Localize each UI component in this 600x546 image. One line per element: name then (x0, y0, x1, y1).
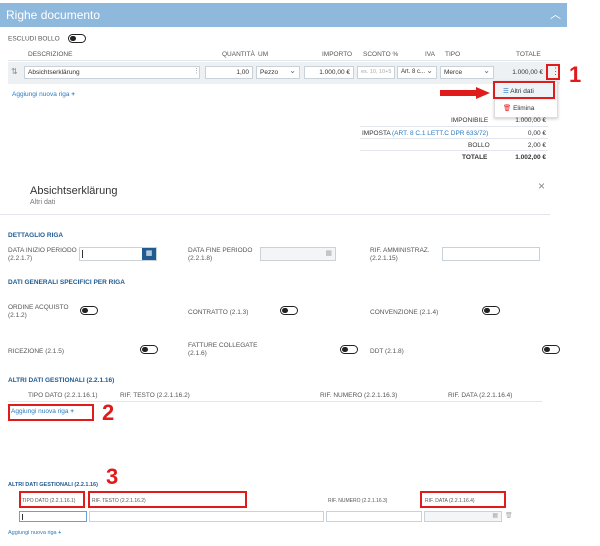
rif-data-input[interactable]: ▦ (424, 511, 502, 522)
data-fine-input[interactable]: ▦ (260, 247, 336, 261)
header-divider (8, 60, 560, 61)
dialog-subtitle: Altri dati (30, 199, 56, 206)
escludi-bollo-row: ESCLUDI BOLLO (8, 34, 86, 43)
annotation-number-2: 2 (102, 400, 115, 425)
add-row-label: Aggiungi nuova riga (8, 530, 57, 536)
menu-item-elimina-label: Elimina (513, 105, 535, 112)
calendar-icon[interactable]: ▦ (325, 249, 332, 257)
um-select[interactable]: Pezzo (256, 66, 300, 79)
annotation-box-add-row (8, 404, 94, 421)
annotation-box-rif-data (420, 491, 506, 508)
section-header[interactable]: Righe documento ︿ (0, 3, 567, 27)
section-title: Righe documento (6, 8, 101, 22)
altri-dati-gestionali-title: ALTRI DATI GESTIONALI (2.2.1.16) (8, 377, 115, 384)
dialog-title: Absichtserklärung (30, 185, 118, 197)
dialog-header-divider (0, 214, 550, 215)
col-iva: IVA (425, 51, 435, 58)
imposta-label: IMPOSTA (362, 130, 391, 137)
tipo-dato-input[interactable] (19, 511, 87, 522)
summary-divider (360, 150, 548, 151)
data-inizio-input[interactable]: ▦ (79, 247, 157, 261)
bollo-label: BOLLO (468, 142, 490, 149)
totale-value: 1.000,00 € (497, 66, 547, 79)
col-quantita: QUANTITÀ (222, 51, 255, 58)
annotation-box-altri-dati (493, 81, 555, 99)
ddt-toggle[interactable] (541, 345, 560, 354)
summary-divider (360, 138, 548, 139)
close-icon[interactable]: × (538, 179, 545, 193)
data-fine-label: DATA FINE PERIODO (2.2.1.8) (188, 247, 253, 262)
plus-icon: + (58, 530, 62, 536)
add-row-link[interactable]: Aggiungi nuova riga + (8, 530, 61, 536)
tipo-select[interactable]: Merce (440, 66, 494, 79)
add-row-label: Aggiungi nuova riga (12, 91, 70, 98)
fatture-collegate-toggle[interactable] (339, 345, 358, 354)
col-descrizione: DESCRIZIONE (28, 51, 73, 58)
ddt-label: DDT (2.1.8) (370, 348, 404, 355)
escludi-bollo-toggle[interactable] (67, 34, 86, 43)
rif-testo-input[interactable] (89, 511, 324, 522)
table-divider (8, 401, 542, 402)
sconto-input[interactable]: es. 10, 10+5 (357, 66, 395, 79)
iva-select[interactable]: Art. 8 c... (397, 66, 437, 79)
imponibile-value: 1.000,00 € (515, 117, 546, 124)
ricezione-label: RICEZIONE (2.1.5) (8, 348, 64, 355)
bollo-value: 2,00 € (527, 142, 546, 149)
altri-dati-gestionali-title-expanded: ALTRI DATI GESTIONALI (2.2.1.16) (8, 482, 98, 488)
plus-icon: + (71, 91, 76, 98)
col-rif-data: RIF. DATA (2.2.1.16.4) (448, 392, 513, 399)
annotation-arrow (440, 87, 490, 99)
data-inizio-label: DATA INIZIO PERIODO (2.2.1.7) (8, 247, 77, 262)
col-importo: IMPORTO (322, 51, 353, 58)
calendar-icon[interactable]: ▦ (142, 248, 156, 260)
col-tipo-dato: TIPO DATO (2.2.1.16.1) (28, 392, 98, 399)
col-rif-testo: RIF. TESTO (2.2.1.16.2) (120, 392, 190, 399)
annotation-box-tipo-dato (19, 491, 85, 508)
annotation-box-rif-testo (88, 491, 247, 508)
summary-divider (360, 126, 548, 127)
col-rif-numero: RIF. NUMERO (2.2.1.16.3) (328, 498, 388, 504)
dettaglio-riga-title: DETTAGLIO RIGA (8, 232, 64, 239)
drag-dots-icon: ⋮ (193, 68, 200, 75)
escludi-bollo-label: ESCLUDI BOLLO (8, 35, 60, 43)
totale-label: TOTALE (462, 154, 488, 161)
menu-item-elimina[interactable]: 🗑 Elimina (495, 101, 557, 117)
col-sconto: SCONTO % (363, 51, 399, 58)
calendar-icon[interactable]: ▦ (492, 512, 498, 519)
chevron-up-icon[interactable]: ︿ (550, 3, 561, 27)
col-totale: TOTALE (516, 51, 541, 58)
convenzione-label: CONVENZIONE (2.1.4) (370, 309, 439, 316)
annotation-number-1: 1 (569, 62, 582, 87)
rif-amministraz-label: RIF. AMMINISTRAZ. (2.2.1.15) (370, 247, 430, 262)
trash-icon: 🗑 (503, 105, 512, 112)
convenzione-toggle[interactable] (481, 306, 500, 315)
fatture-collegate-label: FATTURE COLLEGATE (2.1.6) (188, 342, 258, 357)
imposta-value: 0,00 € (527, 130, 546, 137)
trash-icon[interactable]: 🗑 (505, 512, 513, 519)
col-rif-numero: RIF. NUMERO (2.2.1.16.3) (320, 392, 398, 399)
imponibile-label: IMPONIBILE (451, 117, 489, 124)
ricezione-toggle[interactable] (139, 345, 158, 354)
importo-input[interactable]: 1.000,00 € (304, 66, 354, 79)
quantita-input[interactable]: 1,00 (205, 66, 253, 79)
descrizione-input[interactable]: Absichtserklärung (24, 66, 200, 79)
rif-numero-input[interactable] (326, 511, 422, 522)
ordine-acquisto-toggle[interactable] (80, 306, 98, 315)
dati-generali-title: DATI GENERALI SPECIFICI PER RIGA (8, 279, 125, 286)
contratto-label: CONTRATTO (2.1.3) (188, 309, 249, 316)
ordine-acquisto-label: ORDINE ACQUISTO (2.1.2) (8, 304, 69, 319)
annotation-number-3: 3 (106, 464, 119, 489)
imposta-link[interactable]: (ART. 8 C.1 LETT.C DPR 633/72) (392, 130, 488, 137)
totale-summary-value: 1.002,00 € (515, 154, 546, 161)
contratto-toggle[interactable] (279, 306, 298, 315)
rif-amministraz-input[interactable] (442, 247, 540, 261)
drag-handle-icon[interactable]: ⇅ (11, 67, 18, 76)
col-tipo: TIPO (445, 51, 461, 58)
col-um: UM (258, 51, 269, 58)
annotation-box-menu (546, 64, 560, 80)
add-row-link[interactable]: Aggiungi nuova riga + (12, 91, 75, 98)
